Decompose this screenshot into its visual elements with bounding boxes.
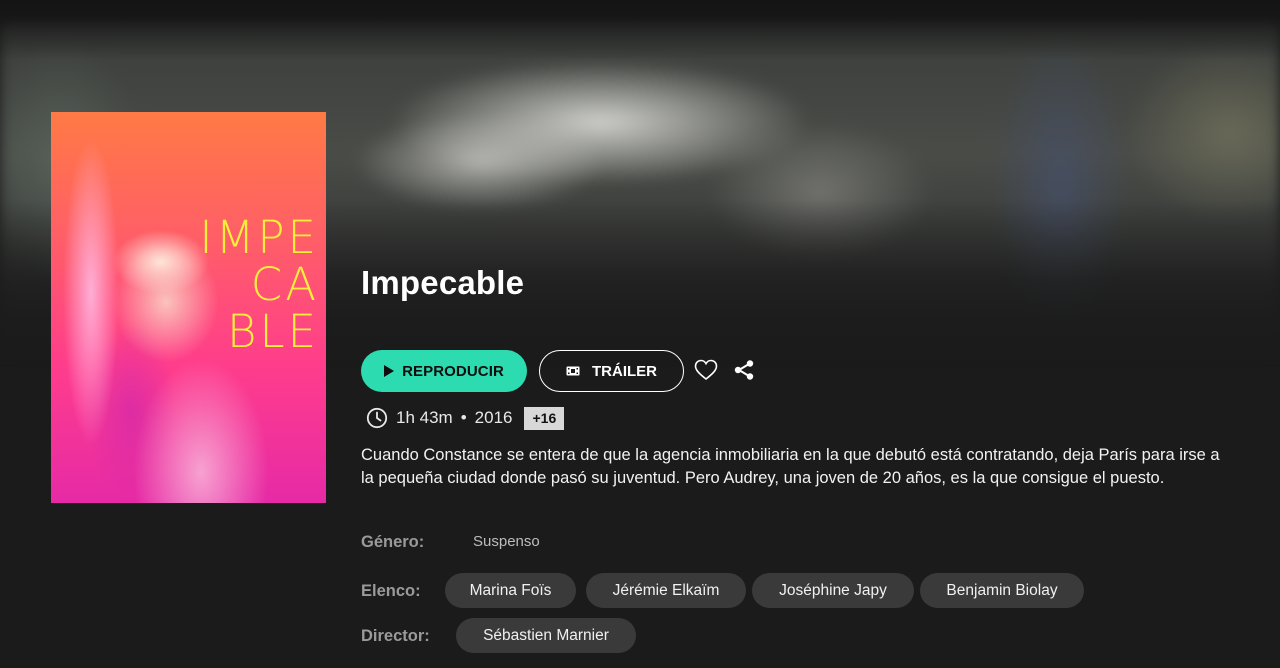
play-button[interactable]: REPRODUCIR: [361, 350, 527, 392]
play-icon: [384, 365, 395, 377]
meta-separator: •: [460, 408, 467, 427]
heart-icon: [694, 359, 718, 381]
synopsis: Cuando Constance se entera de que la age…: [361, 446, 1220, 487]
movie-meta: 1h 43m • 2016 +16: [366, 405, 565, 431]
share-button[interactable]: [731, 357, 757, 383]
play-button-label: REPRODUCIR: [402, 362, 504, 380]
trailer-button-label: TRÁILER: [592, 362, 657, 380]
director-chip[interactable]: Sébastien Marnier: [456, 618, 636, 653]
age-rating-badge: +16: [524, 406, 565, 430]
poster-title-art: IMPE CA BLE: [199, 211, 319, 358]
cast-chip[interactable]: Joséphine Japy: [752, 573, 914, 608]
cast-label: Elenco:: [361, 582, 421, 600]
clock-icon: [366, 407, 388, 429]
duration: 1h 43m: [396, 408, 453, 427]
cast-chip[interactable]: Marina Foïs: [445, 573, 576, 608]
movie-title: Impecable: [361, 264, 525, 301]
trailer-button[interactable]: TRÁILER: [539, 350, 684, 392]
cast-chip[interactable]: Jérémie Elkaïm: [586, 573, 746, 608]
movie-poster: IMPE CA BLE: [51, 112, 326, 503]
film-icon: [566, 366, 580, 376]
genre-label: Género:: [361, 533, 425, 551]
cast-chip[interactable]: Benjamin Biolay: [920, 573, 1084, 608]
genre-value: Suspenso: [473, 533, 540, 550]
share-icon: [734, 360, 754, 380]
release-year: 2016: [474, 408, 513, 427]
director-label: Director:: [361, 627, 430, 645]
favorite-button[interactable]: [693, 357, 719, 383]
